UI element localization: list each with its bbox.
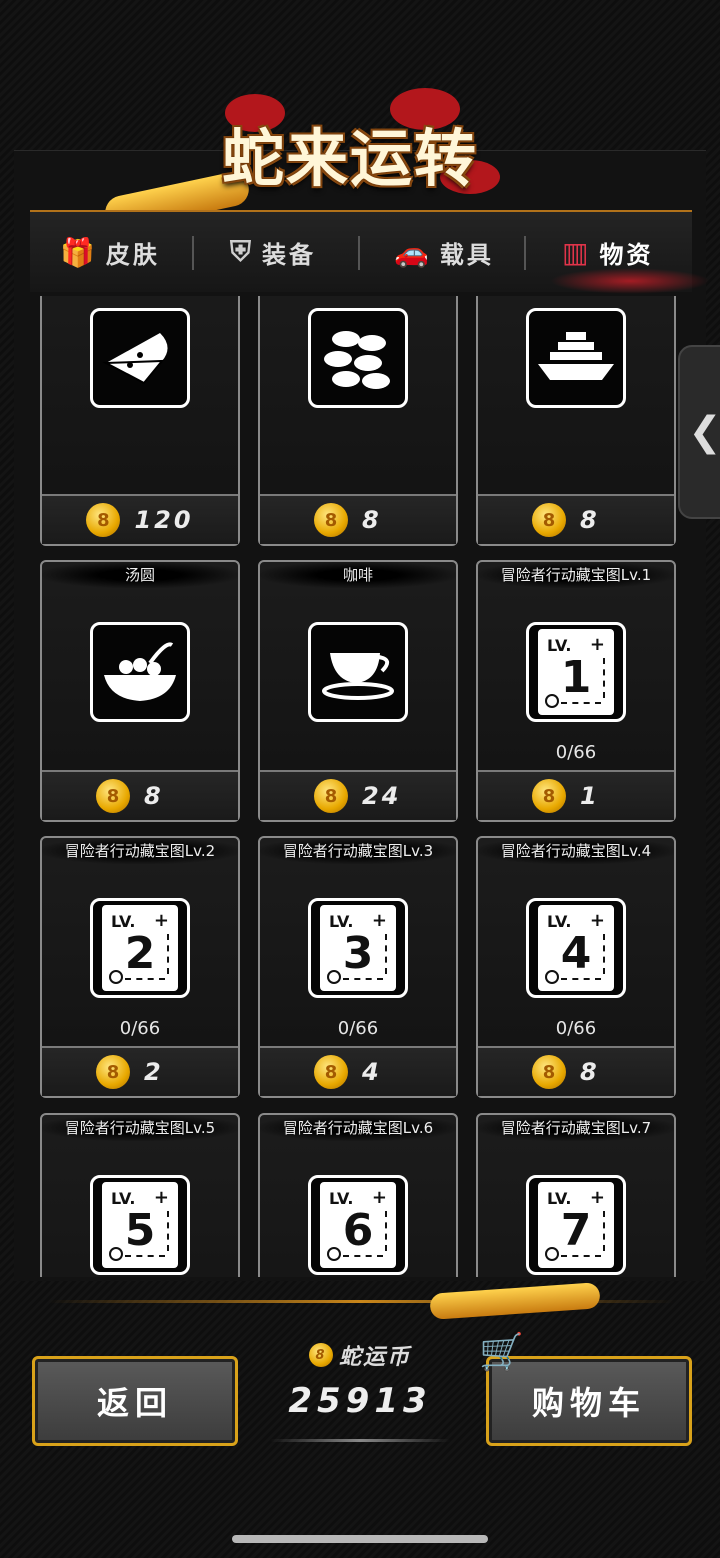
item-card[interactable]: 冒险者行动藏宝图Lv.7 LV. +7	[476, 1113, 676, 1277]
supply-crate-icon: ▥	[562, 235, 592, 269]
item-price: 24	[362, 782, 402, 810]
treasure-map-icon: LV. +4	[526, 898, 626, 998]
item-card[interactable]: 冒险者行动藏宝图Lv.1 LV. +1 0/66 8 1	[476, 560, 676, 822]
coin-icon: 8	[314, 503, 348, 537]
home-indicator[interactable]	[232, 1535, 488, 1543]
item-name: 冒险者行动藏宝图Lv.5	[42, 1115, 238, 1141]
tab-vehicles[interactable]: 🚗 载具	[394, 230, 494, 274]
tab-supplies[interactable]: ▥ 物资	[562, 230, 653, 274]
currency-label-row: 8 蛇运币	[260, 1339, 460, 1371]
item-price: 4	[362, 1058, 382, 1086]
item-name: 冒险者行动藏宝图Lv.2	[42, 838, 238, 864]
treasure-map-icon: LV. +1	[526, 622, 626, 722]
item-grid: 披萨 8 120 饺子 8 8 年糕 8 8 汤圆	[30, 296, 692, 1277]
coin-icon: 8	[96, 1055, 130, 1089]
item-name: 汤圆	[42, 562, 238, 588]
tab-divider	[524, 236, 526, 270]
tab-label: 皮肤	[105, 240, 160, 269]
event-title: 蛇来运转	[222, 122, 479, 195]
treasure-map-icon: LV. +5	[90, 1175, 190, 1275]
owned-count: 0/66	[555, 742, 597, 763]
item-card[interactable]: 年糕 8 8	[476, 296, 676, 546]
price-bar: 8 1	[478, 770, 674, 820]
owned-count: 0/66	[119, 1018, 161, 1039]
side-expand-tab[interactable]: ❮	[678, 345, 720, 519]
item-card[interactable]: 汤圆 8 8	[40, 560, 240, 822]
tab-divider	[192, 236, 194, 270]
currency-balance: 25913	[288, 1381, 432, 1421]
tab-equipment[interactable]: ⛨ 装备	[230, 230, 316, 274]
coin-icon: 8	[314, 1055, 348, 1089]
item-name: 冒险者行动藏宝图Lv.4	[478, 838, 674, 864]
tab-divider	[358, 236, 360, 270]
coin-icon: 8	[86, 503, 121, 537]
coin-icon: 8	[532, 1055, 566, 1089]
tab-label: 物资	[599, 240, 654, 269]
dumplings-icon	[308, 308, 408, 408]
coffee-cup-icon	[308, 622, 408, 722]
gift-box-icon: 🎁	[60, 235, 98, 269]
treasure-map-icon: LV. +7	[526, 1175, 626, 1275]
treasure-map-icon: LV. +2	[90, 898, 190, 998]
tab-label: 装备	[262, 240, 317, 269]
owned-count: 0/66	[555, 1018, 597, 1039]
chevron-left-icon: ❮	[688, 409, 720, 455]
price-bar: 8 120	[42, 494, 238, 544]
currency-display: 8 蛇运币 25913	[260, 1335, 460, 1445]
price-bar: 8 8	[478, 494, 674, 544]
cart-button[interactable]: 🛒 购物车	[479, 1332, 692, 1446]
tangyuan-bowl-icon	[90, 622, 190, 722]
treasure-map-icon: LV. +6	[308, 1175, 408, 1275]
item-name: 冒险者行动藏宝图Lv.7	[478, 1115, 674, 1141]
treasure-map-icon: LV. +3	[308, 898, 408, 998]
currency-label: 蛇运币	[338, 1345, 411, 1370]
back-button[interactable]: 返回	[32, 1356, 238, 1446]
price-bar: 8 8	[42, 770, 238, 820]
tab-label: 载具	[439, 240, 494, 269]
item-card[interactable]: 咖啡 8 24	[258, 560, 458, 822]
item-price: 8	[144, 782, 164, 810]
back-button-label: 返回	[96, 1384, 173, 1422]
item-card[interactable]: 冒险者行动藏宝图Lv.2 LV. +2 0/66 8 2	[40, 836, 240, 1098]
item-name: 咖啡	[260, 562, 456, 588]
shopping-cart-icon: 🛒	[479, 1332, 530, 1373]
coin-icon: 8	[96, 779, 130, 813]
price-bar: 8 2	[42, 1046, 238, 1096]
item-card[interactable]: 冒险者行动藏宝图Lv.3 LV. +3 0/66 8 4	[258, 836, 458, 1098]
item-card[interactable]: 冒险者行动藏宝图Lv.6 LV. +6	[258, 1113, 458, 1277]
price-bar: 8 8	[260, 494, 456, 544]
price-bar: 8 8	[478, 1046, 674, 1096]
price-bar: 8 4	[260, 1046, 456, 1096]
item-price: 2	[144, 1058, 164, 1086]
item-card[interactable]: 冒险者行动藏宝图Lv.4 LV. +4 0/66 8 8	[476, 836, 676, 1098]
coin-icon: 8	[532, 503, 566, 537]
item-price: 8	[580, 1058, 600, 1086]
shield-icon: ⛨	[230, 235, 255, 268]
pizza-icon	[90, 308, 190, 408]
coin-icon: 8	[314, 779, 348, 813]
item-card[interactable]: 披萨 8 120	[40, 296, 240, 546]
car-icon: 🚗	[394, 235, 432, 269]
rice-cake-icon	[526, 308, 626, 408]
item-price: 120	[134, 506, 194, 534]
cart-button-label: 购物车	[531, 1384, 646, 1422]
owned-count: 0/66	[337, 1018, 379, 1039]
tab-skins[interactable]: 🎁 皮肤	[60, 230, 160, 274]
item-name: 冒险者行动藏宝图Lv.1	[478, 562, 674, 588]
item-name: 冒险者行动藏宝图Lv.3	[260, 838, 456, 864]
price-bar: 8 24	[260, 770, 456, 820]
item-card[interactable]: 冒险者行动藏宝图Lv.5 LV. +5	[40, 1113, 240, 1277]
item-price: 8	[580, 506, 600, 534]
item-card[interactable]: 饺子 8 8	[258, 296, 458, 546]
category-tab-bar: 🎁 皮肤 ⛨ 装备 🚗 载具 ▥ 物资	[30, 210, 710, 294]
item-price: 8	[362, 506, 382, 534]
currency-underline	[270, 1439, 450, 1442]
item-name: 冒险者行动藏宝图Lv.6	[260, 1115, 456, 1141]
item-price: 1	[580, 782, 600, 810]
coin-icon: 8	[308, 1343, 333, 1367]
coin-icon: 8	[532, 779, 566, 813]
